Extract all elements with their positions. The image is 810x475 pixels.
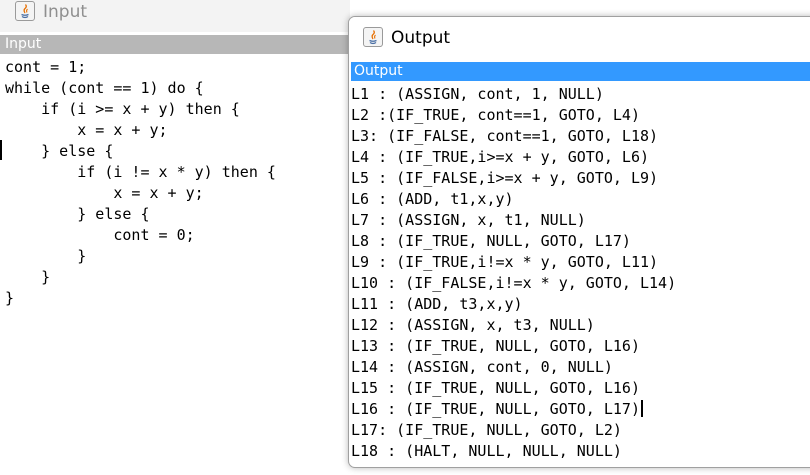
- background-edge: [0, 140, 2, 160]
- output-code-wrapper: L1 : (ASSIGN, cont, 1, NULL) L2 :(IF_TRU…: [351, 84, 676, 462]
- output-panel-header: Output: [351, 62, 810, 81]
- input-window-title: Input: [43, 2, 88, 22]
- output-window-title: Output: [391, 28, 451, 48]
- output-code-area[interactable]: L1 : (ASSIGN, cont, 1, NULL) L2 :(IF_TRU…: [351, 84, 676, 462]
- text-caret: [640, 400, 643, 417]
- input-code-area[interactable]: cont = 1; while (cont == 1) do { if (i >…: [5, 57, 276, 309]
- input-window-titlebar[interactable]: Input: [0, 0, 350, 32]
- input-panel-header: Input: [0, 35, 350, 54]
- java-app-icon: [363, 27, 383, 47]
- java-app-icon: [15, 1, 35, 21]
- input-window: Input Input cont = 1; while (cont == 1) …: [0, 0, 350, 475]
- output-window: Output Output L1 : (ASSIGN, cont, 1, NUL…: [348, 16, 810, 468]
- output-window-titlebar[interactable]: Output: [349, 17, 810, 61]
